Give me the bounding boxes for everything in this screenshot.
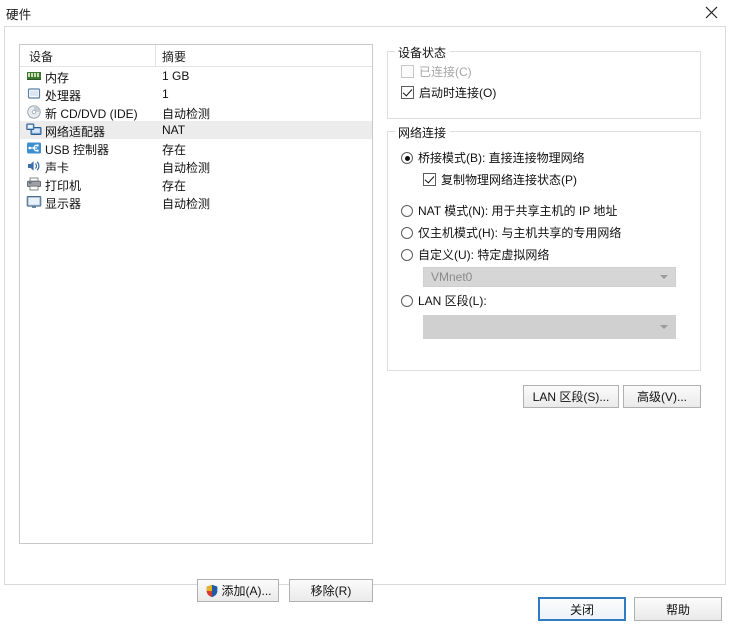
network-adapter-icon <box>26 122 42 138</box>
device-list[interactable]: 设备 摘要 内存 1 GB 处理器 1 新 CD/DVD (IDE) 自动检测 网络适配器 N… <box>19 44 373 544</box>
printer-icon <box>26 176 42 192</box>
checkbox-connected-label: 已连接(C) <box>419 65 472 79</box>
device-row[interactable]: USB 控制器 存在 <box>20 139 372 157</box>
custom-network-select[interactable]: VMnet0 <box>423 267 676 287</box>
close-icon[interactable] <box>700 2 722 22</box>
add-device-button[interactable]: 添加(A)... <box>197 579 279 602</box>
radio-host-only[interactable]: 仅主机模式(H): 与主机共享的专用网络 <box>401 226 621 240</box>
device-status-group: 设备状态 已连接(C) 启动时连接(O) <box>387 44 701 119</box>
device-row-name: 网络适配器 <box>45 125 106 139</box>
device-row-summary: NAT <box>162 123 186 137</box>
network-connection-legend: 网络连接 <box>395 124 451 141</box>
checkbox-connect-at-power-on-label: 启动时连接(O) <box>419 86 497 100</box>
device-row-summary: 1 <box>162 87 169 101</box>
device-row[interactable]: 新 CD/DVD (IDE) 自动检测 <box>20 103 372 121</box>
device-row[interactable]: 声卡 自动检测 <box>20 157 372 175</box>
device-row-name: 声卡 <box>45 161 70 175</box>
close-dialog-button-label: 关闭 <box>569 602 594 617</box>
usb-controller-icon <box>26 140 42 156</box>
device-row-name: 处理器 <box>45 89 82 103</box>
chevron-down-icon <box>660 325 668 329</box>
radio-bridged-label: 桥接模式(B): 直接连接物理网络 <box>418 151 585 165</box>
column-header-summary[interactable]: 摘要 <box>162 48 186 65</box>
radio-nat-label: NAT 模式(N): 用于共享主机的 IP 地址 <box>418 204 618 218</box>
device-row[interactable]: 处理器 1 <box>20 85 372 103</box>
help-button-label: 帮助 <box>665 602 690 617</box>
radio-lan-segment[interactable]: LAN 区段(L): <box>401 294 487 308</box>
lan-segments-button[interactable]: LAN 区段(S)... <box>523 385 619 408</box>
device-row[interactable]: 内存 1 GB <box>20 67 372 85</box>
title-bar: 硬件 <box>0 0 730 24</box>
checkbox-connected-box[interactable] <box>401 65 414 78</box>
radio-custom[interactable]: 自定义(U): 特定虚拟网络 <box>401 248 549 262</box>
device-status-legend: 设备状态 <box>395 44 451 61</box>
device-row-summary: 存在 <box>162 143 187 157</box>
lan-segments-button-label: LAN 区段(S)... <box>532 390 610 404</box>
device-row[interactable]: 显示器 自动检测 <box>20 193 372 211</box>
device-row[interactable]: 打印机 存在 <box>20 175 372 193</box>
device-row-name: 显示器 <box>45 197 82 211</box>
radio-bridged-dot[interactable] <box>401 152 413 164</box>
device-row-name: 内存 <box>45 71 70 85</box>
hardware-tab-panel: 设备 摘要 内存 1 GB 处理器 1 新 CD/DVD (IDE) 自动检测 网络适配器 N… <box>4 26 726 602</box>
radio-host-only-label: 仅主机模式(H): 与主机共享的专用网络 <box>418 226 622 240</box>
chevron-down-icon <box>660 275 668 279</box>
device-row-name: USB 控制器 <box>45 143 110 157</box>
help-button[interactable]: 帮助 <box>634 597 722 621</box>
device-list-header: 设备 摘要 <box>20 45 372 67</box>
custom-network-select-value: VMnet0 <box>431 270 473 284</box>
device-row-summary: 1 GB <box>162 69 190 83</box>
device-row-summary: 自动检测 <box>162 107 211 121</box>
checkbox-replicate-physical-state[interactable]: 复制物理网络连接状态(P) <box>423 173 577 187</box>
remove-device-button-label: 移除(R) <box>310 584 352 598</box>
cd-dvd-icon <box>26 104 42 120</box>
radio-custom-label: 自定义(U): 特定虚拟网络 <box>418 248 550 262</box>
checkbox-connected[interactable]: 已连接(C) <box>401 65 472 79</box>
radio-lan-segment-dot[interactable] <box>401 295 413 307</box>
radio-custom-dot[interactable] <box>401 249 413 261</box>
remove-device-button[interactable]: 移除(R) <box>289 579 373 602</box>
sound-card-icon <box>26 158 42 174</box>
advanced-button[interactable]: 高级(V)... <box>623 385 701 408</box>
radio-bridged[interactable]: 桥接模式(B): 直接连接物理网络 <box>401 151 585 165</box>
device-row[interactable]: 网络适配器 NAT <box>20 121 372 139</box>
device-row-name: 新 CD/DVD (IDE) <box>45 107 138 121</box>
checkbox-connect-at-power-on[interactable]: 启动时连接(O) <box>401 86 496 100</box>
device-row-summary: 自动检测 <box>162 161 211 175</box>
checkbox-connect-at-power-on-box[interactable] <box>401 86 414 99</box>
uac-shield-icon <box>205 584 219 598</box>
network-connection-group: 网络连接 桥接模式(B): 直接连接物理网络 复制物理网络连接状态(P) NAT… <box>387 124 701 371</box>
device-list-rows: 内存 1 GB 处理器 1 新 CD/DVD (IDE) 自动检测 网络适配器 NAT USB … <box>20 67 372 211</box>
radio-nat-dot[interactable] <box>401 205 413 217</box>
column-divider[interactable] <box>155 45 156 66</box>
window-title: 硬件 <box>6 8 32 22</box>
advanced-button-label: 高级(V)... <box>637 390 687 404</box>
radio-lan-segment-label: LAN 区段(L): <box>418 294 487 308</box>
lan-segment-select[interactable] <box>423 315 676 339</box>
checkbox-replicate-physical-state-box[interactable] <box>423 173 436 186</box>
radio-nat[interactable]: NAT 模式(N): 用于共享主机的 IP 地址 <box>401 204 617 218</box>
processor-icon <box>26 86 42 102</box>
display-icon <box>26 194 42 210</box>
checkbox-replicate-physical-state-label: 复制物理网络连接状态(P) <box>441 173 577 187</box>
close-dialog-button[interactable]: 关闭 <box>538 597 626 621</box>
radio-host-only-dot[interactable] <box>401 227 413 239</box>
memory-icon <box>26 68 42 84</box>
device-row-name: 打印机 <box>45 179 82 193</box>
device-row-summary: 存在 <box>162 179 187 193</box>
column-header-device[interactable]: 设备 <box>29 48 53 65</box>
device-row-summary: 自动检测 <box>162 197 211 211</box>
add-device-button-label: 添加(A)... <box>221 584 272 598</box>
